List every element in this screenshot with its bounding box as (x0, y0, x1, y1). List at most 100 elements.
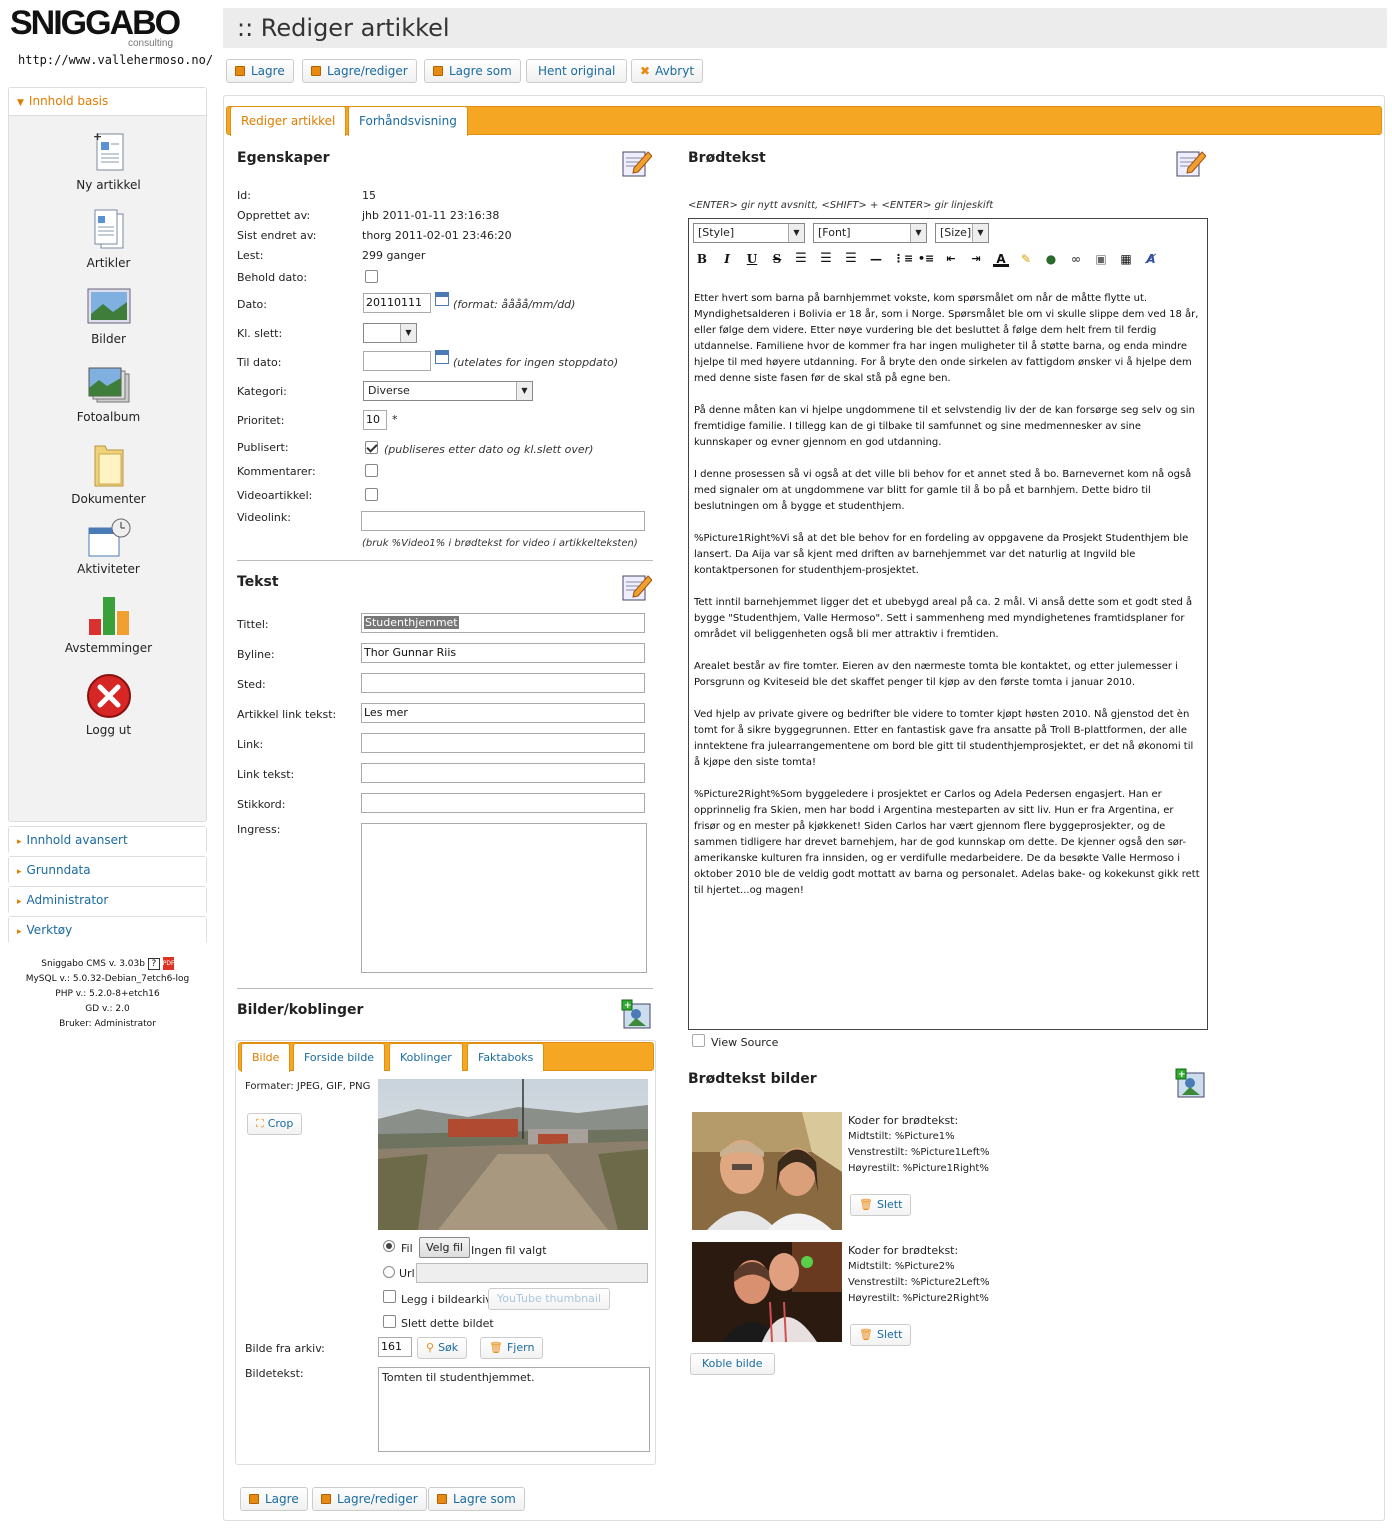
insert-table-icon[interactable]: ▦ (1118, 251, 1134, 267)
view-source-checkbox[interactable] (692, 1034, 705, 1047)
font-dropdown[interactable]: [Font] ▼ (813, 223, 927, 243)
tab-rediger-artikkel[interactable]: Rediger artikkel (230, 106, 347, 136)
align-right-icon[interactable]: ☰ (843, 251, 859, 267)
align-left-icon[interactable]: ☰ (793, 251, 809, 267)
underline-icon[interactable]: U (744, 251, 760, 267)
sidebar-section-verktoy[interactable]: ▸ Verktøy (8, 916, 207, 945)
to-date-input[interactable] (363, 351, 431, 371)
delete-image-checkbox[interactable] (383, 1315, 396, 1328)
remove-button[interactable]: 🗑 Fjern (480, 1337, 544, 1359)
sidebar-item-aktiviteter[interactable]: Aktiviteter (9, 518, 208, 576)
tab-bilde[interactable]: Bilde (241, 1043, 291, 1072)
priority-input[interactable]: 10 (363, 410, 387, 430)
outdent-icon[interactable]: ⇤ (943, 251, 959, 267)
save-button[interactable]: Lagre (226, 59, 294, 83)
rich-text-content[interactable]: Etter hvert som barna på barnhjemmet vok… (694, 291, 1202, 915)
youtube-thumbnail-button[interactable]: YouTube thumbnail (488, 1288, 611, 1310)
link-input[interactable] (361, 733, 645, 753)
url-radio[interactable] (383, 1266, 395, 1278)
insert-image-icon[interactable]: ▣ (1093, 251, 1109, 267)
edit-notepad-icon[interactable] (620, 146, 652, 178)
delete-time-select[interactable]: ▼ (363, 323, 417, 343)
sidebar-section-grunndata[interactable]: ▸ Grunndata (8, 856, 207, 885)
sidebar-section-innhold-basis[interactable]: ▼ Innhold basis (9, 88, 206, 116)
save-as-button-bottom[interactable]: Lagre som (428, 1487, 525, 1511)
category-select[interactable]: Diverse ▼ (363, 381, 533, 401)
site-url-link[interactable]: http://www.vallehermoso.no/ (18, 53, 213, 67)
help-icon[interactable]: ? (147, 957, 160, 970)
videolink-input[interactable] (361, 511, 645, 531)
cancel-button[interactable]: ✖ Avbryt (631, 59, 704, 83)
fetch-original-button[interactable]: Hent original (526, 59, 628, 83)
ordered-list-icon[interactable]: ⋮≡ (893, 251, 913, 267)
image-link-icon[interactable]: + (620, 998, 652, 1030)
calendar-picker-icon[interactable] (435, 350, 449, 364)
save-button-bottom[interactable]: Lagre (240, 1487, 308, 1511)
link-image-button[interactable]: Koble bilde (690, 1353, 775, 1375)
unordered-list-icon[interactable]: •≡ (918, 251, 934, 267)
web-link-globe-icon[interactable]: ● (1043, 251, 1059, 267)
keyword-input[interactable] (361, 793, 645, 813)
floppy-icon (249, 1494, 259, 1504)
bold-icon[interactable]: B (694, 251, 710, 267)
comments-checkbox[interactable] (365, 464, 378, 477)
video-article-checkbox[interactable] (365, 488, 378, 501)
published-checkbox[interactable] (365, 441, 378, 454)
sidebar-item-avstemminger[interactable]: Avstemminger (9, 593, 208, 655)
style-dropdown[interactable]: [Style] ▼ (693, 223, 805, 243)
archive-id-input[interactable]: 161 (378, 1337, 412, 1357)
logo[interactable]: SNIGGABO consulting (10, 4, 190, 54)
keep-date-checkbox[interactable] (365, 270, 378, 283)
pdf-icon[interactable]: PDF (162, 957, 174, 970)
tab-forside-bilde[interactable]: Forside bilde (293, 1043, 386, 1071)
highlight-color-icon[interactable]: ✎ (1018, 251, 1034, 267)
tab-forhandsvisning[interactable]: Forhåndsvisning (348, 106, 468, 136)
indent-icon[interactable]: ⇥ (968, 251, 984, 267)
sidebar-item-logg-ut[interactable]: Logg ut (9, 673, 208, 737)
sidebar-item-bilder[interactable]: Bilder (9, 288, 208, 346)
title-input[interactable]: Studenthjemmet (361, 613, 645, 633)
mysql-version: MySQL v.: 5.0.32-Debian_7etch6-log (25, 974, 190, 984)
tab-koblinger[interactable]: Koblinger (389, 1043, 463, 1071)
delete-image-2-button[interactable]: 🗑 Slett (850, 1324, 912, 1346)
sidebar-section-administrator[interactable]: ▸ Administrator (8, 886, 207, 915)
sidebar-section-innhold-avansert[interactable]: ▸ Innhold avansert (8, 826, 207, 855)
remove-format-icon[interactable]: A̸ (1143, 251, 1159, 267)
edit-notepad-icon[interactable] (620, 570, 652, 602)
byline-input[interactable]: Thor Gunnar Riis (361, 643, 645, 663)
horizontal-rule-icon[interactable]: — (868, 251, 884, 267)
text-color-icon[interactable]: A (993, 251, 1009, 267)
caption-textarea[interactable]: Tomten til studenthjemmet. (378, 1367, 650, 1452)
edit-notepad-icon[interactable] (1174, 146, 1206, 178)
date-input[interactable]: 20110111 (363, 293, 431, 313)
italic-icon[interactable]: I (719, 251, 735, 267)
file-radio[interactable] (383, 1240, 395, 1252)
sidebar-item-ny-artikkel[interactable]: + Ny artikkel (9, 130, 208, 192)
delete-image-1-button[interactable]: 🗑 Slett (850, 1194, 912, 1216)
save-edit-button[interactable]: Lagre/rediger (302, 59, 417, 83)
image-url-input[interactable] (416, 1263, 648, 1283)
place-input[interactable] (361, 673, 645, 693)
add-to-archive-checkbox[interactable] (383, 1290, 396, 1303)
sidebar-item-dokumenter[interactable]: Dokumenter (9, 442, 208, 506)
choose-file-button[interactable]: Velg fil (419, 1237, 470, 1258)
link-text-input[interactable] (361, 763, 645, 783)
save-edit-button-bottom[interactable]: Lagre/rediger (312, 1487, 427, 1511)
tab-faktaboks[interactable]: Faktaboks (467, 1043, 545, 1071)
formats-text: Formater: JPEG, GIF, PNG (245, 1081, 371, 1092)
rich-text-editor[interactable]: [Style] ▼ [Font] ▼ [Size] ▼ B I U S ☰ ☰ ☰ —… (688, 218, 1208, 1030)
image-link-icon[interactable]: + (1174, 1067, 1206, 1099)
save-as-button[interactable]: Lagre som (424, 59, 521, 83)
sidebar-item-artikler[interactable]: Artikler (9, 208, 208, 270)
strikethrough-icon[interactable]: S (769, 251, 785, 267)
align-center-icon[interactable]: ☰ (818, 251, 834, 267)
article-link-text-input[interactable]: Les mer (361, 703, 645, 723)
crop-button[interactable]: ⛶ Crop (247, 1113, 303, 1135)
search-button[interactable]: ⚲ Søk (417, 1337, 468, 1359)
cancel-label: Avbryt (655, 64, 695, 78)
calendar-picker-icon[interactable] (435, 292, 449, 306)
sidebar-item-fotoalbum[interactable]: Fotoalbum (9, 366, 208, 424)
link-chain-icon[interactable]: ∞ (1068, 251, 1084, 267)
ingress-textarea[interactable] (361, 823, 647, 973)
size-dropdown[interactable]: [Size] ▼ (935, 223, 989, 243)
